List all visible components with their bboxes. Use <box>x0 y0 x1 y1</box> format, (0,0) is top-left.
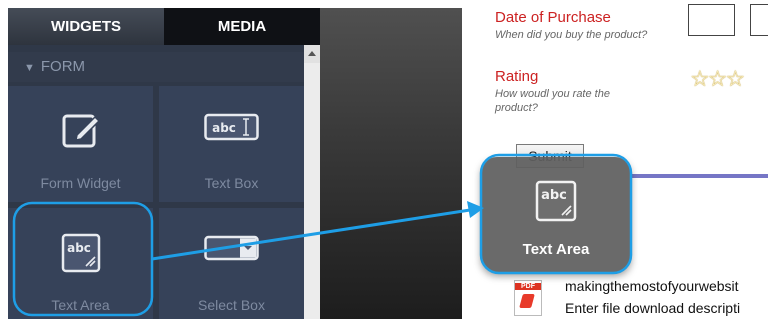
star-rating[interactable]: ☆☆☆ <box>690 66 745 92</box>
date-help-text: When did you buy the product? <box>495 29 648 41</box>
section-form-header[interactable]: ▼ FORM <box>8 52 304 82</box>
text-box-icon: abc <box>203 111 260 150</box>
text-area-icon: abc <box>59 233 103 280</box>
dragged-widget-label: Text Area <box>522 241 590 258</box>
widget-label: Text Box <box>204 175 259 191</box>
widget-label: Text Area <box>51 297 110 313</box>
date-input-month[interactable] <box>688 4 735 36</box>
file-download-link[interactable]: makingthemostofyourwebsit <box>565 278 739 294</box>
scroll-up-button[interactable] <box>304 45 320 63</box>
widget-panel: WIDGETS MEDIA ▼ FORM Form Widget abc Tex… <box>8 8 320 319</box>
tab-widgets[interactable]: WIDGETS <box>8 8 164 45</box>
star-icon[interactable]: ☆ <box>690 66 710 91</box>
tab-media[interactable]: MEDIA <box>164 8 320 45</box>
star-icon[interactable]: ☆ <box>725 66 745 91</box>
canvas-background <box>320 8 462 319</box>
section-form-label: FORM <box>40 58 86 75</box>
edit-form-icon <box>61 111 101 154</box>
date-label: Date of Purchase <box>495 9 611 26</box>
pdf-file-icon <box>514 280 542 316</box>
widget-label: Select Box <box>198 297 265 313</box>
svg-text:abc: abc <box>541 188 567 203</box>
rating-label: Rating <box>495 68 539 85</box>
select-box-icon <box>203 233 260 272</box>
widget-text-box[interactable]: abc Text Box <box>159 86 304 202</box>
triangle-down-icon: ▼ <box>24 62 35 74</box>
text-area-icon: abc <box>533 180 579 229</box>
widget-form-widget[interactable]: Form Widget <box>8 86 153 202</box>
date-input-day[interactable] <box>750 4 768 36</box>
dragged-text-area-widget[interactable]: abc Text Area <box>481 157 631 273</box>
file-download-description: Enter file download descripti <box>565 300 741 316</box>
star-icon[interactable]: ☆ <box>708 66 728 91</box>
widget-text-area[interactable]: abc Text Area <box>8 208 153 319</box>
divider <box>632 174 768 178</box>
widget-label: Form Widget <box>40 175 121 191</box>
scrollbar-track[interactable] <box>304 45 320 319</box>
svg-text:abc: abc <box>212 121 236 135</box>
rating-help-text: How woudl you rate the product? <box>495 88 610 114</box>
widget-select-box[interactable]: Select Box <box>159 208 304 319</box>
svg-text:abc: abc <box>67 241 91 255</box>
panel-tabs: WIDGETS MEDIA <box>8 8 320 45</box>
